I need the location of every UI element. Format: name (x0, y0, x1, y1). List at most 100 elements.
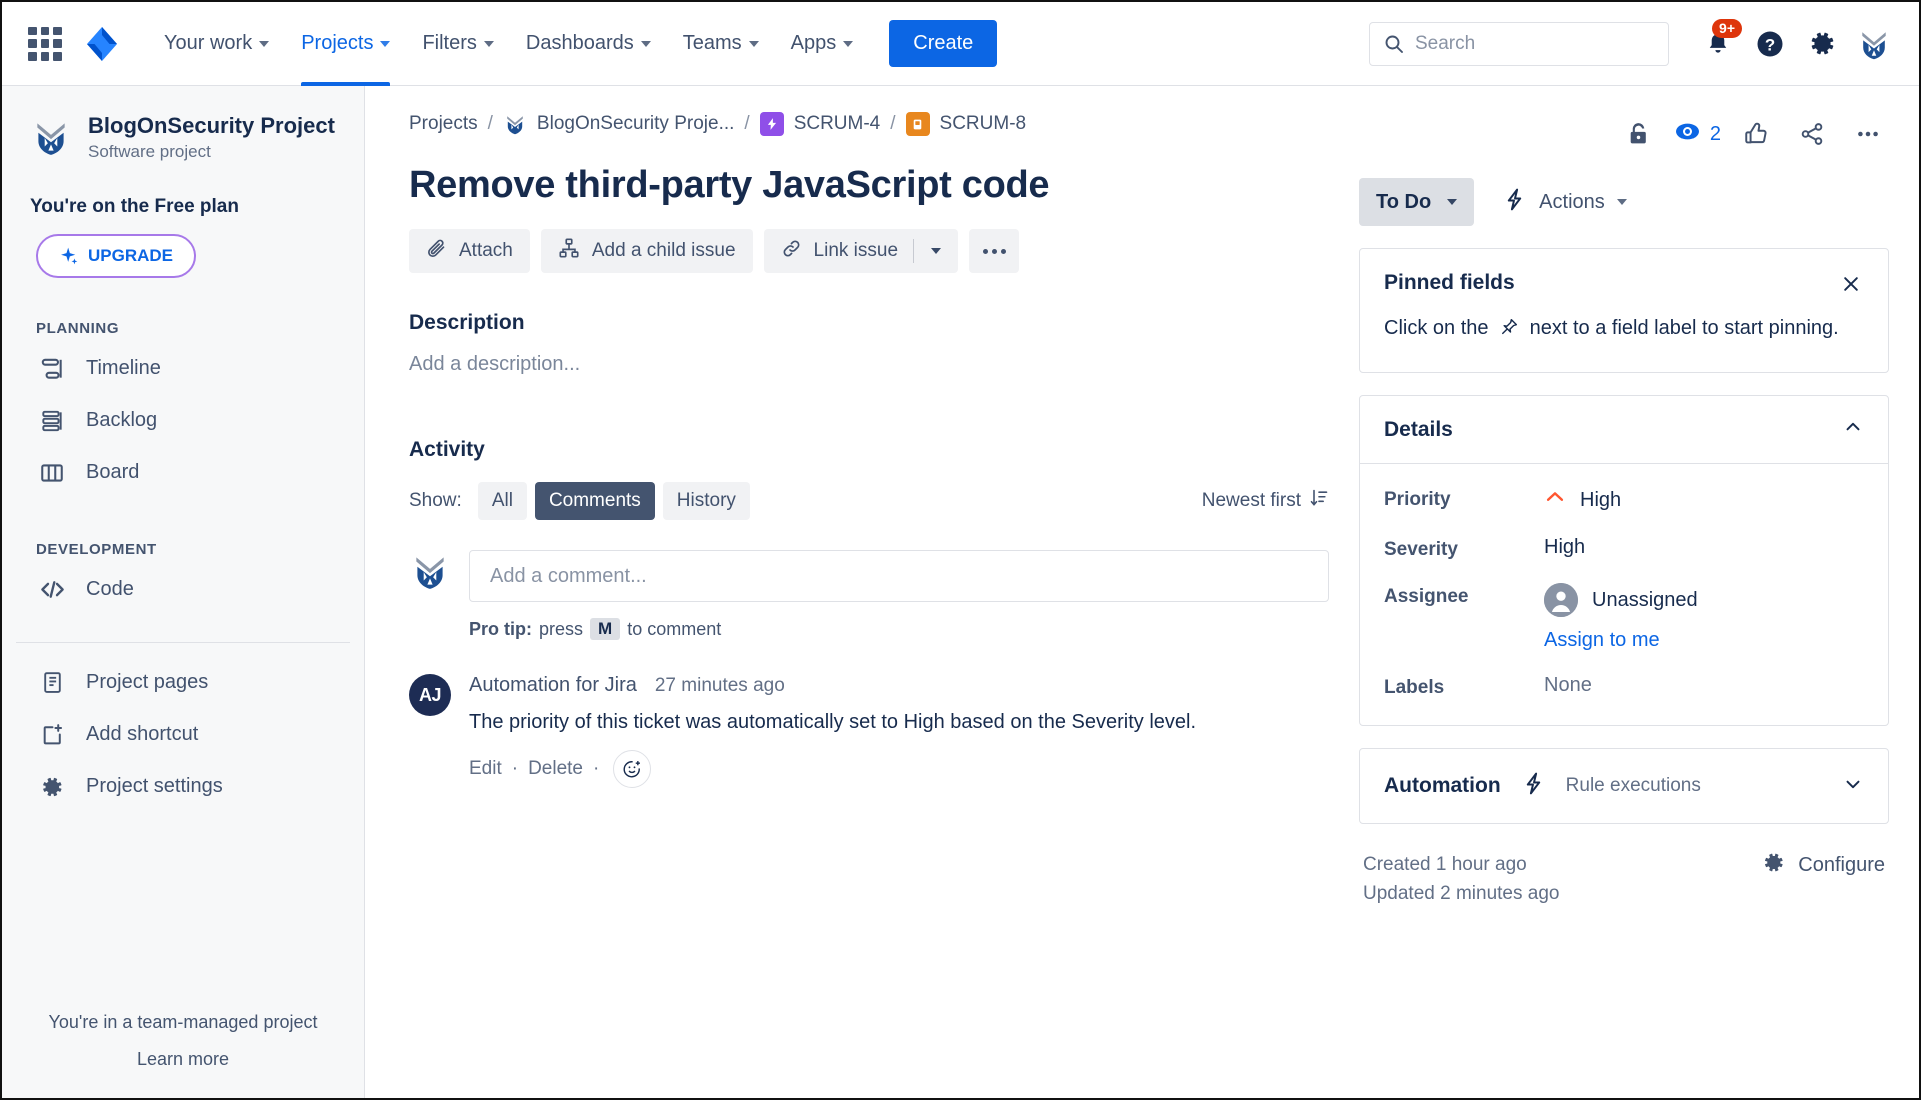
sort-order-label: Newest first (1201, 490, 1301, 511)
sidebar-item-timeline-label: Timeline (86, 357, 161, 379)
chevron-down-icon (931, 248, 942, 254)
comment-dot-separator: · (511, 758, 519, 779)
project-header[interactable]: BlogOnSecurity Project Software project (2, 112, 364, 162)
tab-comments[interactable]: Comments (534, 482, 655, 520)
user-avatar[interactable] (1851, 21, 1897, 67)
project-type: Software project (88, 141, 211, 161)
field-labels-label: Labels (1384, 677, 1445, 698)
status-label: To Do (1376, 190, 1432, 213)
search-icon (1385, 35, 1403, 53)
assign-to-me-link[interactable]: Assign to me (1544, 629, 1660, 652)
status-actions-row: To Do Actions (1359, 178, 1889, 226)
thumbs-up-icon[interactable] (1735, 113, 1777, 155)
description-heading: Description (409, 311, 525, 334)
field-labels: Labels None (1360, 674, 1888, 725)
jira-issue-page: Your work Projects Filters Dashboards Te… (0, 0, 1921, 1100)
breadcrumb-issue[interactable]: SCRUM-8 (940, 113, 1027, 135)
comment-edit-link[interactable]: Edit (469, 758, 502, 780)
sidebar-item-backlog[interactable]: Backlog (2, 395, 364, 447)
issue-actions-toolbar: Attach Add a child issue Link issue (409, 229, 1329, 273)
status-dropdown[interactable]: To Do (1359, 178, 1475, 226)
field-severity-value[interactable]: High (1544, 536, 1585, 559)
plan-text: You're on the Free plan (30, 195, 239, 217)
automation-bolt-icon (1521, 771, 1546, 801)
chevron-down-icon (748, 40, 759, 47)
nav-your-work-label: Your work (164, 32, 253, 54)
comment-avatar: AJ (409, 674, 451, 716)
settings-gear-icon (38, 773, 66, 801)
learn-more-link[interactable]: Learn more (2, 1049, 364, 1070)
tab-all[interactable]: All (477, 482, 527, 520)
add-reaction-icon[interactable] (613, 750, 652, 788)
sidebar-item-add-shortcut-label: Add shortcut (86, 723, 199, 745)
link-issue-label: Link issue (813, 240, 899, 261)
attach-button[interactable]: Attach (409, 229, 530, 273)
sidebar-item-board[interactable]: Board (2, 447, 364, 499)
field-assignee-value-wrap[interactable]: Unassigned (1544, 583, 1698, 617)
nav-dashboards[interactable]: Dashboards (510, 2, 667, 86)
add-comment-input[interactable]: Add a comment... (469, 550, 1329, 602)
pinned-text-before: Click on the (1384, 317, 1489, 339)
link-issue-button[interactable]: Link issue (764, 238, 914, 265)
settings-gear-icon[interactable] (1799, 21, 1845, 67)
comment-author[interactable]: Automation for Jira (469, 674, 637, 697)
add-child-issue-button[interactable]: Add a child issue (540, 229, 753, 273)
description-placeholder[interactable]: Add a description... (409, 353, 1329, 376)
sidebar-item-project-pages[interactable]: Project pages (2, 657, 364, 709)
actions-dropdown[interactable]: Actions (1502, 187, 1627, 218)
sparkle-icon (61, 247, 78, 264)
comment-body: The priority of this ticket was automati… (469, 711, 1197, 733)
add-child-issue-label: Add a child issue (591, 240, 736, 261)
breadcrumb-project[interactable]: BlogOnSecurity Proje... (537, 113, 734, 135)
pinned-fields-title: Pinned fields (1384, 271, 1515, 294)
nav-filters[interactable]: Filters (406, 2, 509, 86)
details-header[interactable]: Details (1360, 396, 1888, 464)
chevron-down-icon[interactable] (1842, 773, 1864, 800)
sidebar-item-timeline[interactable]: Timeline (2, 343, 364, 395)
notifications-bell-icon[interactable]: 9+ (1695, 18, 1742, 67)
field-priority-value-wrap[interactable]: High (1544, 486, 1621, 514)
sidebar-item-project-settings[interactable]: Project settings (2, 761, 364, 813)
backlog-icon (38, 407, 66, 435)
sidebar-item-project-settings-label: Project settings (86, 775, 223, 797)
configure-button[interactable]: Configure (1761, 850, 1885, 881)
watch-button[interactable]: 2 (1674, 118, 1721, 150)
link-issue-dropdown[interactable] (914, 248, 958, 254)
more-actions-button[interactable] (969, 229, 1020, 273)
help-icon[interactable]: ? (1747, 21, 1793, 67)
page-title[interactable]: Remove third-party JavaScript code (409, 164, 1329, 207)
comment-timestamp[interactable]: 27 minutes ago (655, 675, 785, 697)
nav-your-work[interactable]: Your work (148, 2, 285, 86)
nav-apps[interactable]: Apps (775, 2, 870, 86)
top-navigation-bar: Your work Projects Filters Dashboards Te… (2, 2, 1919, 86)
jira-logo-icon[interactable] (82, 24, 122, 64)
issue-timestamps-row: Created 1 hour ago Updated 2 minutes ago… (1359, 850, 1889, 909)
sort-order-toggle[interactable]: Newest first (1202, 488, 1329, 514)
sidebar-item-code[interactable]: Code (2, 564, 364, 616)
search-input[interactable]: Search (1369, 21, 1669, 66)
code-icon (38, 576, 66, 604)
create-button[interactable]: Create (889, 20, 998, 67)
nav-teams[interactable]: Teams (667, 2, 775, 86)
close-icon[interactable] (1838, 271, 1864, 297)
nav-apps-label: Apps (790, 32, 837, 54)
breadcrumb-projects[interactable]: Projects (409, 113, 478, 135)
pages-icon (38, 669, 66, 697)
tab-history[interactable]: History (662, 482, 750, 520)
sidebar-item-add-shortcut[interactable]: Add shortcut (2, 709, 364, 761)
chevron-up-icon[interactable] (1842, 416, 1864, 443)
app-switcher-icon[interactable] (28, 26, 62, 61)
breadcrumb-epic[interactable]: SCRUM-4 (794, 113, 881, 135)
rule-executions-label[interactable]: Rule executions (1566, 775, 1701, 797)
comment-composer: Add a comment... (409, 550, 1329, 602)
share-icon[interactable] (1791, 113, 1833, 155)
lock-open-icon[interactable] (1618, 113, 1660, 155)
svg-text:?: ? (1765, 35, 1775, 54)
created-timestamp: Created 1 hour ago (1363, 854, 1527, 875)
field-assignee: Assignee Unassigned Assign to me (1360, 583, 1888, 652)
nav-projects[interactable]: Projects (285, 2, 406, 86)
more-options-icon[interactable] (1847, 113, 1889, 155)
field-labels-value[interactable]: None (1544, 674, 1592, 697)
comment-delete-link[interactable]: Delete (528, 758, 583, 780)
upgrade-button[interactable]: UPGRADE (36, 233, 196, 278)
